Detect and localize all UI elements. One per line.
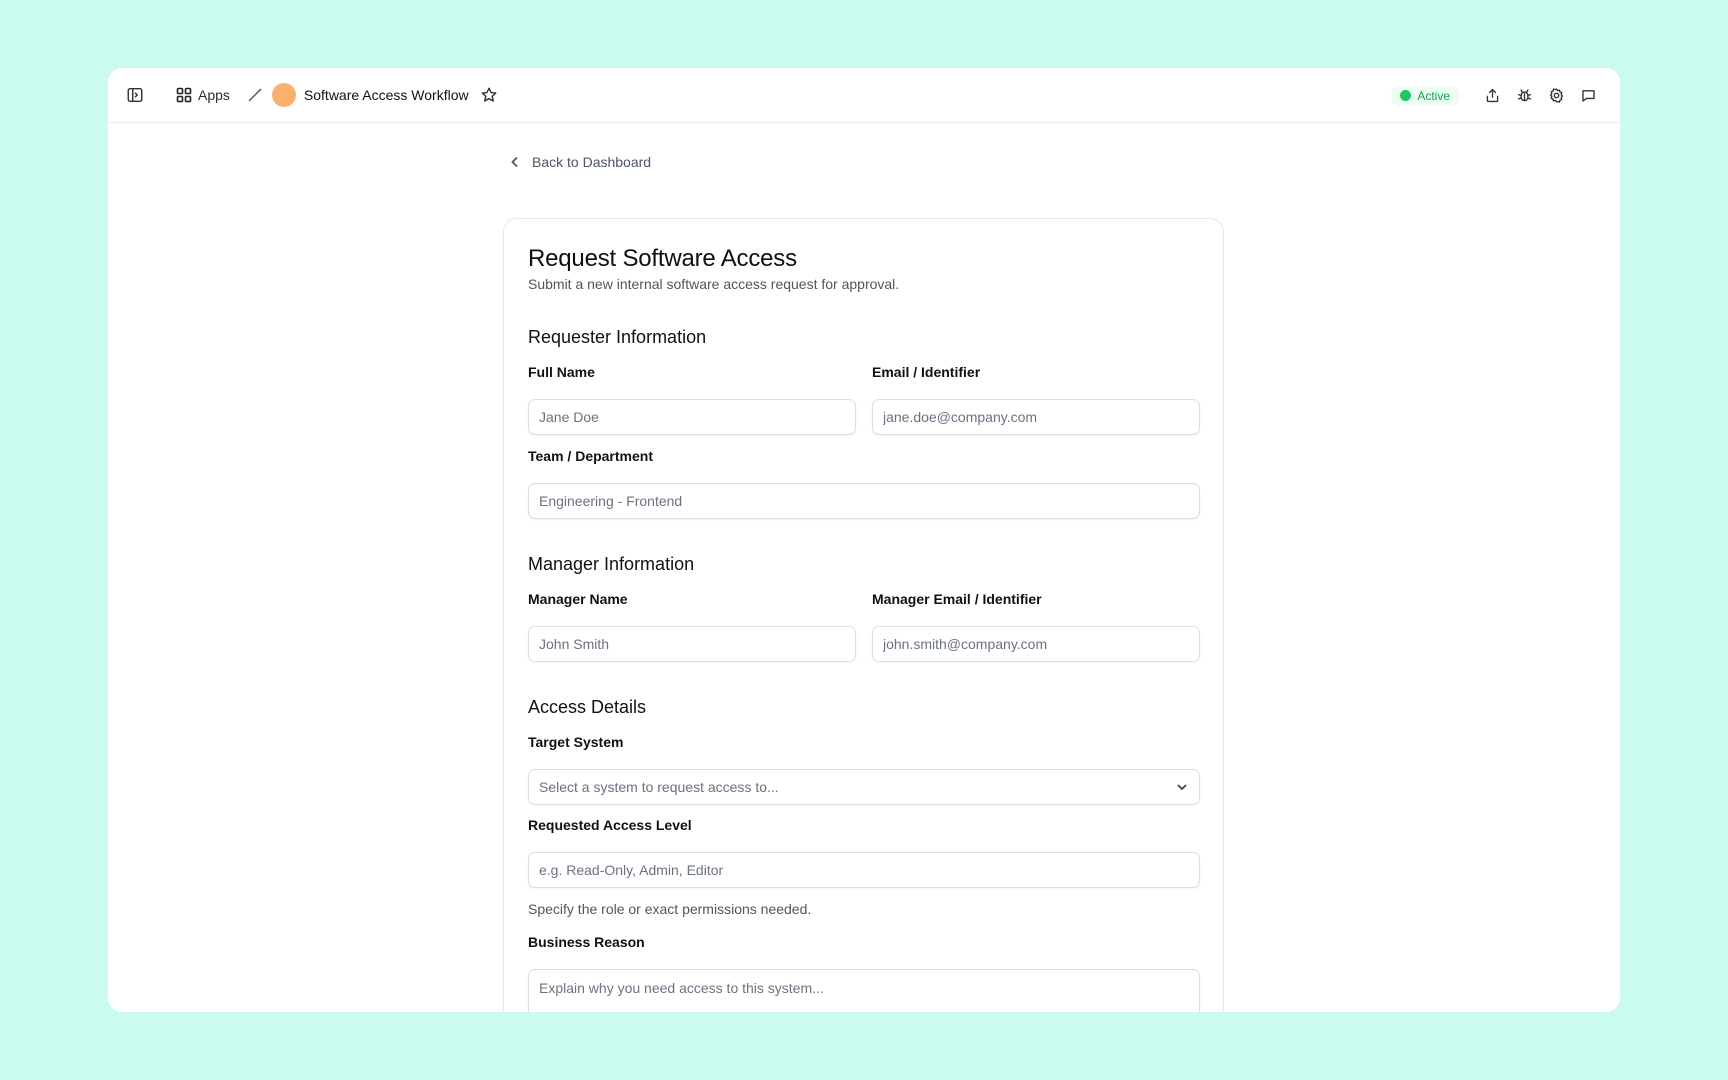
manager-name-label: Manager Name <box>528 591 628 607</box>
share-icon[interactable] <box>1482 86 1502 106</box>
status-dot-icon <box>1400 90 1412 101</box>
team-input[interactable] <box>528 483 1200 519</box>
grid-icon <box>176 87 192 103</box>
apps-label: Apps <box>198 87 230 103</box>
request-form-card: Request Software Access Submit a new int… <box>503 218 1224 1012</box>
back-to-dashboard-link[interactable]: Back to Dashboard <box>508 154 651 170</box>
page-title: Request Software Access <box>528 245 797 272</box>
status-label: Active <box>1417 88 1450 103</box>
target-system-select[interactable]: Select a system to request access to... <box>528 769 1200 805</box>
team-label: Team / Department <box>528 448 653 464</box>
app-window: Apps Software Access Workflow Active Bac… <box>108 68 1620 1012</box>
manager-name-input[interactable] <box>528 626 856 662</box>
access-section-heading: Access Details <box>528 697 647 717</box>
email-label: Email / Identifier <box>872 364 981 380</box>
apps-link[interactable]: Apps <box>176 87 230 103</box>
chevron-down-icon <box>1177 784 1187 791</box>
requester-section-heading: Requester Information <box>528 327 707 347</box>
business-reason-label: Business Reason <box>528 934 645 950</box>
access-level-label: Requested Access Level <box>528 817 692 833</box>
manager-section-heading: Manager Information <box>528 554 695 574</box>
target-system-placeholder: Select a system to request access to... <box>539 779 779 795</box>
top-bar: Apps Software Access Workflow Active <box>108 68 1620 123</box>
star-icon[interactable] <box>478 84 500 106</box>
manager-email-input[interactable] <box>872 626 1200 662</box>
chat-icon[interactable] <box>1578 86 1598 106</box>
full-name-label: Full Name <box>528 364 595 380</box>
target-system-label: Target System <box>528 734 624 750</box>
workflow-avatar <box>271 83 296 107</box>
access-level-input[interactable] <box>528 852 1200 888</box>
manager-email-label: Manager Email / Identifier <box>872 591 1042 607</box>
bug-icon[interactable] <box>1514 86 1534 106</box>
gear-icon[interactable] <box>1546 86 1566 106</box>
business-reason-textarea[interactable] <box>528 969 1200 1012</box>
breadcrumb: Apps Software Access Workflow <box>124 68 500 122</box>
full-name-input[interactable] <box>528 399 856 435</box>
status-badge: Active <box>1391 85 1460 106</box>
chevron-left-icon <box>511 156 518 168</box>
access-level-helper: Specify the role or exact permissions ne… <box>528 901 812 917</box>
top-bar-actions: Active <box>1391 68 1598 123</box>
page-subtitle: Submit a new internal software access re… <box>528 276 900 292</box>
back-label: Back to Dashboard <box>532 154 652 170</box>
sidebar-toggle-icon[interactable] <box>124 84 146 106</box>
workflow-title[interactable]: Software Access Workflow <box>304 87 469 103</box>
breadcrumb-separator-icon <box>246 86 264 104</box>
email-input[interactable] <box>872 399 1200 435</box>
